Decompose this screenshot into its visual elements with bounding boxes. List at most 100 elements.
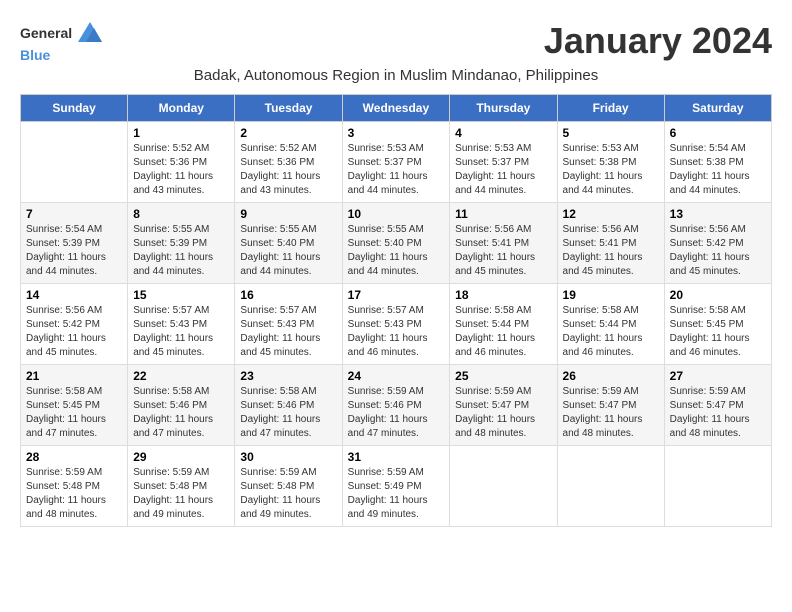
day-number: 18 bbox=[455, 288, 551, 302]
calendar-cell: 31Sunrise: 5:59 AM Sunset: 5:49 PM Dayli… bbox=[342, 446, 450, 527]
day-number: 31 bbox=[348, 450, 445, 464]
calendar-cell: 11 Sunrise: 5:56 AM Sunset: 5:41 PM Dayli… bbox=[450, 203, 557, 284]
day-info: Sunrise: 5:59 AM Sunset: 5:47 PM Dayligh… bbox=[563, 385, 659, 441]
calendar-cell: 6 Sunrise: 5:54 AM Sunset: 5:38 PM Daylig… bbox=[664, 122, 771, 203]
calendar-cell: 2 Sunrise: 5:52 AM Sunset: 5:36 PM Daylig… bbox=[235, 122, 342, 203]
day-info: Sunrise: 5:55 AM Sunset: 5:39 PM Dayligh… bbox=[133, 223, 229, 279]
day-number: 5 bbox=[563, 126, 659, 140]
calendar-cell: 24 Sunrise: 5:59 AM Sunset: 5:46 PM Dayli… bbox=[342, 365, 450, 446]
day-info: Sunrise: 5:52 AM Sunset: 5:36 PM Dayligh… bbox=[240, 142, 336, 198]
day-info: Sunrise: 5:58 AM Sunset: 5:46 PM Dayligh… bbox=[133, 385, 229, 441]
day-info: Sunrise: 5:58 AM Sunset: 5:44 PM Dayligh… bbox=[563, 304, 659, 360]
day-number: 6 bbox=[670, 126, 766, 140]
calendar-table: SundayMondayTuesdayWednesdayThursdayFrid… bbox=[20, 94, 772, 527]
day-info: Sunrise: 5:58 AM Sunset: 5:46 PM Dayligh… bbox=[240, 385, 336, 441]
calendar-cell: 12 Sunrise: 5:56 AM Sunset: 5:41 PM Dayli… bbox=[557, 203, 664, 284]
day-info: Sunrise: 5:58 AM Sunset: 5:45 PM Dayligh… bbox=[26, 385, 122, 441]
week-row-2: 7Sunrise: 5:54 AM Sunset: 5:39 PM Daylig… bbox=[21, 203, 772, 284]
calendar-cell: 25 Sunrise: 5:59 AM Sunset: 5:47 PM Dayli… bbox=[450, 365, 557, 446]
day-number: 14 bbox=[26, 288, 122, 302]
week-row-5: 28 Sunrise: 5:59 AM Sunset: 5:48 PM Dayli… bbox=[21, 446, 772, 527]
day-number: 17 bbox=[348, 288, 445, 302]
day-number: 30 bbox=[240, 450, 336, 464]
calendar-cell: 20Sunrise: 5:58 AM Sunset: 5:45 PM Dayli… bbox=[664, 284, 771, 365]
day-number: 15 bbox=[133, 288, 229, 302]
calendar-cell bbox=[450, 446, 557, 527]
day-number: 13 bbox=[670, 207, 766, 221]
day-info: Sunrise: 5:55 AM Sunset: 5:40 PM Dayligh… bbox=[240, 223, 336, 279]
day-number: 27 bbox=[670, 369, 766, 383]
day-info: Sunrise: 5:56 AM Sunset: 5:42 PM Dayligh… bbox=[670, 223, 766, 279]
day-header-sunday: Sunday bbox=[21, 95, 128, 122]
day-info: Sunrise: 5:57 AM Sunset: 5:43 PM Dayligh… bbox=[133, 304, 229, 360]
calendar-cell: 29Sunrise: 5:59 AM Sunset: 5:48 PM Dayli… bbox=[128, 446, 235, 527]
calendar-cell: 21 Sunrise: 5:58 AM Sunset: 5:45 PM Dayli… bbox=[21, 365, 128, 446]
subtitle: Badak, Autonomous Region in Muslim Minda… bbox=[20, 67, 772, 84]
day-info: Sunrise: 5:59 AM Sunset: 5:46 PM Dayligh… bbox=[348, 385, 445, 441]
calendar-cell: 14Sunrise: 5:56 AM Sunset: 5:42 PM Dayli… bbox=[21, 284, 128, 365]
calendar-cell: 16Sunrise: 5:57 AM Sunset: 5:43 PM Dayli… bbox=[235, 284, 342, 365]
calendar-cell: 27 Sunrise: 5:59 AM Sunset: 5:47 PM Dayli… bbox=[664, 365, 771, 446]
day-info: Sunrise: 5:53 AM Sunset: 5:37 PM Dayligh… bbox=[348, 142, 445, 198]
week-row-3: 14Sunrise: 5:56 AM Sunset: 5:42 PM Dayli… bbox=[21, 284, 772, 365]
calendar-cell: 13 Sunrise: 5:56 AM Sunset: 5:42 PM Dayli… bbox=[664, 203, 771, 284]
calendar-header-row: SundayMondayTuesdayWednesdayThursdayFrid… bbox=[21, 95, 772, 122]
day-info: Sunrise: 5:52 AM Sunset: 5:36 PM Dayligh… bbox=[133, 142, 229, 198]
day-number: 20 bbox=[670, 288, 766, 302]
logo-general: General bbox=[20, 26, 72, 41]
day-number: 28 bbox=[26, 450, 122, 464]
calendar-cell bbox=[664, 446, 771, 527]
day-header-friday: Friday bbox=[557, 95, 664, 122]
calendar-cell: 19Sunrise: 5:58 AM Sunset: 5:44 PM Dayli… bbox=[557, 284, 664, 365]
calendar-cell: 30 Sunrise: 5:59 AM Sunset: 5:48 PM Dayli… bbox=[235, 446, 342, 527]
day-info: Sunrise: 5:59 AM Sunset: 5:48 PM Dayligh… bbox=[240, 466, 336, 522]
calendar-body: 1Sunrise: 5:52 AM Sunset: 5:36 PM Daylig… bbox=[21, 122, 772, 527]
calendar-cell: 9Sunrise: 5:55 AM Sunset: 5:40 PM Daylig… bbox=[235, 203, 342, 284]
day-info: Sunrise: 5:59 AM Sunset: 5:48 PM Dayligh… bbox=[133, 466, 229, 522]
calendar-cell: 7Sunrise: 5:54 AM Sunset: 5:39 PM Daylig… bbox=[21, 203, 128, 284]
day-info: Sunrise: 5:59 AM Sunset: 5:47 PM Dayligh… bbox=[455, 385, 551, 441]
day-number: 24 bbox=[348, 369, 445, 383]
day-header-saturday: Saturday bbox=[664, 95, 771, 122]
day-info: Sunrise: 5:57 AM Sunset: 5:43 PM Dayligh… bbox=[240, 304, 336, 360]
day-info: Sunrise: 5:55 AM Sunset: 5:40 PM Dayligh… bbox=[348, 223, 445, 279]
calendar-cell: 28 Sunrise: 5:59 AM Sunset: 5:48 PM Dayli… bbox=[21, 446, 128, 527]
day-number: 11 bbox=[455, 207, 551, 221]
logo: General Blue bbox=[20, 20, 104, 63]
day-number: 26 bbox=[563, 369, 659, 383]
calendar-cell: 26 Sunrise: 5:59 AM Sunset: 5:47 PM Dayli… bbox=[557, 365, 664, 446]
day-number: 10 bbox=[348, 207, 445, 221]
day-header-tuesday: Tuesday bbox=[235, 95, 342, 122]
day-number: 22 bbox=[133, 369, 229, 383]
calendar-cell: 3 Sunrise: 5:53 AM Sunset: 5:37 PM Daylig… bbox=[342, 122, 450, 203]
day-info: Sunrise: 5:58 AM Sunset: 5:44 PM Dayligh… bbox=[455, 304, 551, 360]
day-number: 3 bbox=[348, 126, 445, 140]
day-info: Sunrise: 5:53 AM Sunset: 5:37 PM Dayligh… bbox=[455, 142, 551, 198]
calendar-cell: 15 Sunrise: 5:57 AM Sunset: 5:43 PM Dayli… bbox=[128, 284, 235, 365]
calendar-cell bbox=[557, 446, 664, 527]
day-header-wednesday: Wednesday bbox=[342, 95, 450, 122]
day-number: 23 bbox=[240, 369, 336, 383]
calendar-cell: 8 Sunrise: 5:55 AM Sunset: 5:39 PM Daylig… bbox=[128, 203, 235, 284]
calendar-cell: 5 Sunrise: 5:53 AM Sunset: 5:38 PM Daylig… bbox=[557, 122, 664, 203]
day-number: 2 bbox=[240, 126, 336, 140]
calendar-cell: 22 Sunrise: 5:58 AM Sunset: 5:46 PM Dayli… bbox=[128, 365, 235, 446]
day-info: Sunrise: 5:56 AM Sunset: 5:41 PM Dayligh… bbox=[563, 223, 659, 279]
day-info: Sunrise: 5:54 AM Sunset: 5:38 PM Dayligh… bbox=[670, 142, 766, 198]
calendar-cell: 10 Sunrise: 5:55 AM Sunset: 5:40 PM Dayli… bbox=[342, 203, 450, 284]
calendar-cell: 18 Sunrise: 5:58 AM Sunset: 5:44 PM Dayli… bbox=[450, 284, 557, 365]
day-header-thursday: Thursday bbox=[450, 95, 557, 122]
calendar-cell: 23 Sunrise: 5:58 AM Sunset: 5:46 PM Dayli… bbox=[235, 365, 342, 446]
day-info: Sunrise: 5:53 AM Sunset: 5:38 PM Dayligh… bbox=[563, 142, 659, 198]
week-row-1: 1Sunrise: 5:52 AM Sunset: 5:36 PM Daylig… bbox=[21, 122, 772, 203]
day-number: 21 bbox=[26, 369, 122, 383]
week-row-4: 21 Sunrise: 5:58 AM Sunset: 5:45 PM Dayli… bbox=[21, 365, 772, 446]
day-info: Sunrise: 5:56 AM Sunset: 5:41 PM Dayligh… bbox=[455, 223, 551, 279]
calendar-cell: 17Sunrise: 5:57 AM Sunset: 5:43 PM Dayli… bbox=[342, 284, 450, 365]
day-number: 12 bbox=[563, 207, 659, 221]
day-info: Sunrise: 5:59 AM Sunset: 5:47 PM Dayligh… bbox=[670, 385, 766, 441]
day-number: 8 bbox=[133, 207, 229, 221]
month-title: January 2024 bbox=[544, 20, 772, 62]
day-info: Sunrise: 5:59 AM Sunset: 5:48 PM Dayligh… bbox=[26, 466, 122, 522]
day-number: 25 bbox=[455, 369, 551, 383]
